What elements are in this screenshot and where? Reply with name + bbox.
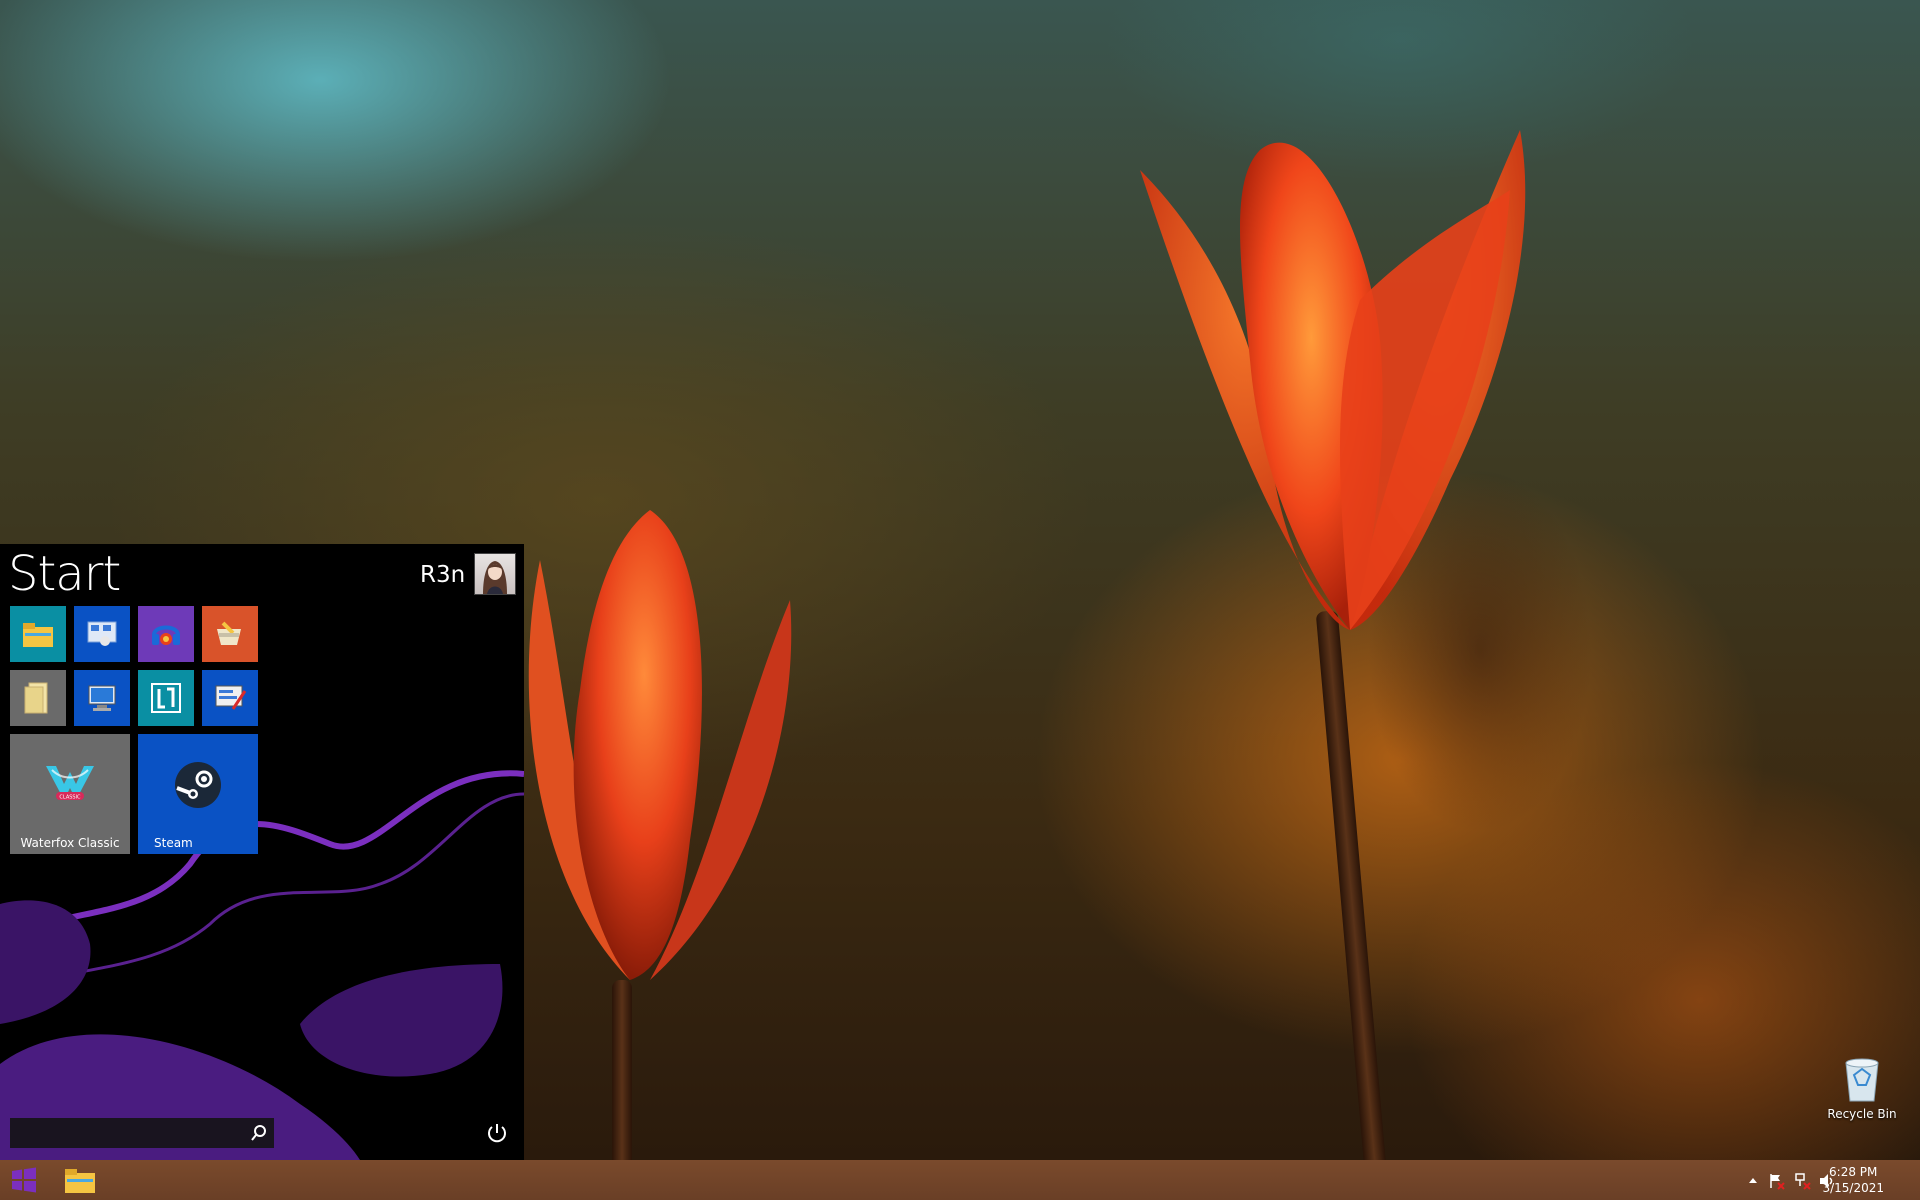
tile-audio-app[interactable] <box>138 606 194 662</box>
ccleaner-icon <box>217 621 241 645</box>
clock-date: 3/15/2021 <box>1822 1181 1884 1195</box>
file-explorer-icon <box>23 623 53 647</box>
tulip-right <box>1140 130 1526 630</box>
control-panel-icon <box>87 621 117 646</box>
tile-display-settings[interactable] <box>202 670 258 726</box>
steam-icon <box>175 762 221 808</box>
tile-label-waterfox: Waterfox Classic <box>20 836 120 850</box>
avatar[interactable] <box>474 553 516 595</box>
tile-label-steam: Steam <box>154 836 193 850</box>
lightshot-icon <box>151 683 181 713</box>
recycle-bin-label: Recycle Bin <box>1827 1107 1897 1121</box>
tulip-stem-right <box>1315 610 1387 1170</box>
clock-time: 6:28 PM <box>1829 1165 1878 1179</box>
tile-lightshot[interactable] <box>138 670 194 726</box>
user-name[interactable]: R3n <box>420 562 465 588</box>
network-icon[interactable] <box>1794 1172 1812 1190</box>
taskbar-clock[interactable]: 6:28 PM 3/15/2021 <box>1822 1164 1884 1196</box>
power-icon[interactable] <box>486 1122 508 1144</box>
tile-waterfox-classic[interactable]: CLASSIC Waterfox Classic <box>10 734 130 854</box>
file-explorer-icon <box>65 1169 95 1193</box>
tile-ccleaner[interactable] <box>202 606 258 662</box>
tulip-left <box>528 510 792 980</box>
audio-app-icon <box>152 625 180 645</box>
recycle-bin[interactable]: Recycle Bin <box>1820 1055 1904 1121</box>
start-button[interactable] <box>0 1160 48 1200</box>
avatar-image <box>483 561 507 594</box>
tile-folder[interactable] <box>10 670 66 726</box>
display-settings-icon <box>215 685 247 710</box>
tulip-stem-left <box>612 980 632 1180</box>
start-title: Start <box>8 546 121 602</box>
folder-icon <box>24 682 48 714</box>
tile-file-explorer[interactable] <box>10 606 66 662</box>
tile-computer[interactable] <box>74 670 130 726</box>
tile-steam[interactable]: Steam <box>138 734 258 854</box>
taskbar: 6:28 PM 3/15/2021 <box>0 1160 1920 1200</box>
computer-icon <box>88 685 116 711</box>
windows-logo-icon <box>12 1167 36 1193</box>
svg-text:CLASSIC: CLASSIC <box>59 795 81 801</box>
action-center-flag-icon[interactable] <box>1768 1172 1786 1190</box>
tile-control-panel[interactable] <box>74 606 130 662</box>
start-menu: Start R3n CLASSIC Waterfox Classic Steam <box>0 544 524 1160</box>
recycle-bin-icon <box>1845 1058 1879 1102</box>
taskbar-file-explorer[interactable] <box>56 1160 104 1200</box>
search-input[interactable] <box>10 1118 274 1148</box>
waterfox-icon: CLASSIC <box>46 766 94 801</box>
show-hidden-icons-icon[interactable] <box>1748 1176 1758 1184</box>
search-icon[interactable] <box>250 1124 268 1142</box>
